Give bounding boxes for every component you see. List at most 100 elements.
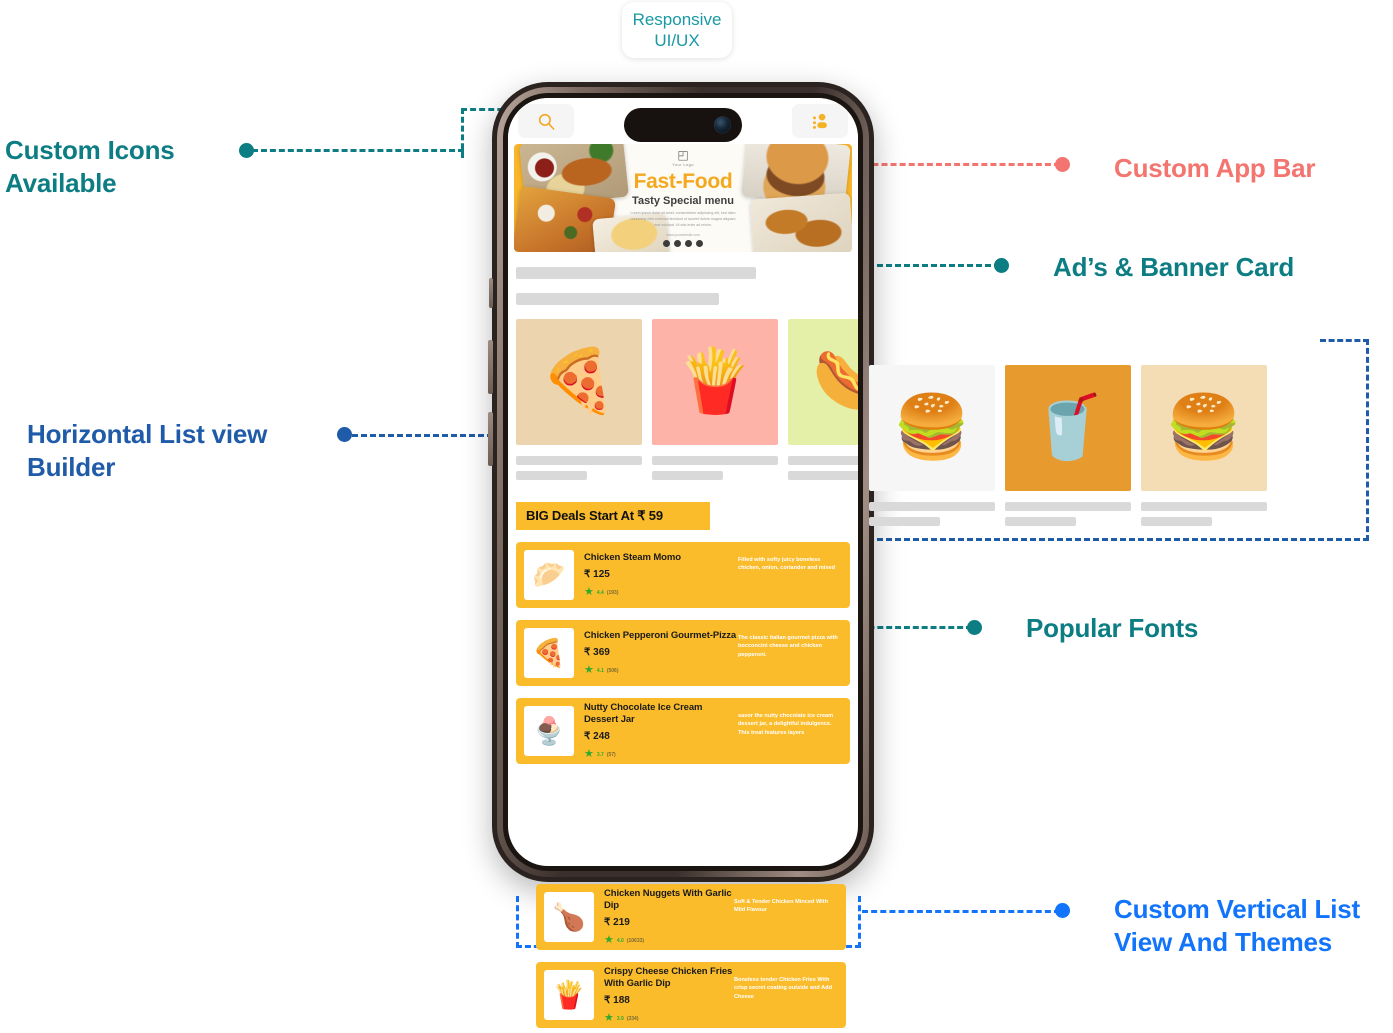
rating-count: (57)	[606, 751, 616, 758]
banner-photo-fried-chicken	[749, 192, 852, 252]
popular-fonts-dot	[967, 620, 982, 635]
big-deals-banner: BIG Deals Start At ₹ 59	[516, 502, 710, 530]
food-thumbnail: 🍕	[524, 628, 574, 678]
rating-value: 4.4	[596, 589, 604, 596]
custom-icons-connector	[252, 149, 464, 152]
star-icon: ★	[604, 1012, 614, 1025]
vertical-list-connector	[862, 910, 1060, 913]
vertical-list-dot	[1055, 903, 1070, 918]
star-icon: ★	[584, 586, 594, 599]
ad-banner-card[interactable]: ◰ Your Logo Fast-Food Tasty Special menu…	[514, 144, 852, 252]
food-rating: ★ 4.4 (193)	[584, 587, 738, 598]
food-rating: ★ 4.0 (10633)	[604, 935, 734, 946]
food-info: Nutty Chocolate Ice Cream Dessert Jar ₹ 2…	[574, 702, 738, 761]
food-title: Chicken Steam Momo	[584, 551, 681, 563]
rating-value: 3.7	[596, 751, 604, 758]
horizontal-list-view[interactable]: 🍕🍟🌭🍔🥤🍔	[508, 319, 858, 480]
food-title: Chicken Pepperoni Gourmet-Pizza	[584, 629, 737, 641]
food-price: ₹ 125	[584, 569, 610, 581]
food-info: Chicken Nuggets With Garlic Dip ₹ 219 ★ 4.0…	[594, 888, 734, 947]
horizontal-card-image: 🌭	[788, 319, 858, 445]
search-button[interactable]	[518, 104, 574, 138]
horizontal-card-hot-dog[interactable]: 🌭	[788, 319, 858, 480]
vertical-list-label: Custom Vertical List View And Themes	[1114, 894, 1360, 958]
silent-switch[interactable]	[489, 278, 493, 308]
ads-banner-label: Ad’s & Banner Card	[1053, 252, 1295, 282]
phone-screen: ◰ Your Logo Fast-Food Tasty Special menu…	[508, 98, 858, 866]
food-description: savor the nutty chocolate ice cream dess…	[738, 713, 834, 736]
food-thumbnail: 🥟	[524, 550, 574, 600]
food-rating: ★ 3.9 (334)	[604, 1013, 734, 1024]
star-icon: ★	[604, 934, 614, 947]
horizontal-card-skeleton-title	[1141, 502, 1267, 511]
horizontal-card-french-fries[interactable]: 🍟	[652, 319, 778, 480]
nutty-chocolate-ice-cream-dessert-jar-icon: 🍨	[532, 715, 566, 746]
horizontal-card-hamburger-overflow[interactable]: 🍔	[869, 365, 995, 526]
food-description: Filled with softy juicy boneless chicken…	[738, 557, 835, 572]
horizontal-list-guide-top-right	[1320, 339, 1369, 342]
rating-count: (193)	[606, 589, 619, 596]
volume-up-button[interactable]	[488, 340, 493, 394]
skeleton-line-2	[516, 293, 719, 305]
food-thumbnail: 🍗	[544, 892, 594, 942]
chicken-steam-momo-icon: 🥟	[532, 559, 566, 590]
horizontal-list-label: Horizontal List view Builder	[27, 419, 268, 483]
food-info: Crispy Cheese Chicken Fries With Garlic …	[594, 966, 734, 1025]
hot-dog-icon: 🌭	[812, 347, 858, 416]
horizontal-card-skeleton-sub	[1141, 517, 1212, 526]
food-description: Soft & Tender Chicken Minced With Mild F…	[734, 899, 829, 914]
food-price: ₹ 219	[604, 917, 630, 929]
popular-fonts-label: Popular Fonts	[1026, 613, 1199, 643]
horizontal-card-burger-combo-overflow[interactable]: 🍔	[1141, 365, 1267, 526]
screenshot-root: Responsive UI/UX Custom Icons Available …	[0, 0, 1393, 1033]
food-card-chicken-pepperoni-gourmet-pizza[interactable]: 🍕 Chicken Pepperoni Gourmet-Pizza ₹ 369 ★ 4.…	[516, 620, 850, 686]
horizontal-card-skeleton-sub	[652, 471, 723, 480]
horizontal-card-skeleton-sub	[788, 471, 858, 480]
whatsapp-icon	[663, 239, 670, 247]
custom-icons-label: Custom Icons Available	[5, 135, 175, 199]
banner-body-text: Lorem ipsum dolor sit amet, consectetuer…	[630, 211, 736, 227]
horizontal-list-overflow: 🍔 🥤 🍔	[869, 365, 1267, 526]
custom-app-bar-dot	[1055, 157, 1070, 172]
banner-subtitle: Tasty Special menu	[632, 195, 734, 208]
horizontal-card-image: 🍟	[652, 319, 778, 445]
cola-drink-icon: 🥤	[1029, 393, 1107, 462]
food-card-chicken-steam-momo[interactable]: 🥟 Chicken Steam Momo ₹ 125 ★ 4.4 (193) Filled …	[516, 542, 850, 608]
horizontal-card-image: 🍔	[1141, 365, 1267, 491]
chicken-nuggets-with-garlic-dip-icon: 🍗	[552, 901, 586, 932]
food-price: ₹ 248	[584, 731, 610, 743]
dynamic-island	[624, 108, 742, 142]
food-card-nutty-chocolate-ice-cream-dessert-jar[interactable]: 🍨 Nutty Chocolate Ice Cream Dessert Jar ₹ …	[516, 698, 850, 764]
custom-icons-dot	[239, 143, 254, 158]
star-icon: ★	[584, 664, 594, 677]
horizontal-card-skeleton-title	[1005, 502, 1131, 511]
user-account-icon	[812, 113, 827, 129]
food-title: Nutty Chocolate Ice Cream Dessert Jar	[584, 701, 703, 725]
skeleton-line-1	[516, 267, 756, 279]
horizontal-card-skeleton-title	[788, 456, 858, 465]
food-card-chicken-nuggets-with-garlic-dip[interactable]: 🍗 Chicken Nuggets With Garlic Dip ₹ 219 ★ 4.…	[536, 884, 846, 950]
food-description: Boneless tender Chicken Fries With crisp…	[734, 977, 833, 1000]
hamburger-icon: 🍔	[893, 393, 971, 462]
rating-count: (10633)	[626, 937, 645, 944]
horizontal-card-cola-drink-overflow[interactable]: 🥤	[1005, 365, 1131, 526]
horizontal-card-skeleton-title	[652, 456, 778, 465]
food-title: Crispy Cheese Chicken Fries With Garlic …	[604, 965, 733, 989]
banner-content: ◰ Your Logo Fast-Food Tasty Special menu…	[612, 144, 754, 252]
custom-app-bar-label: Custom App Bar	[1114, 153, 1316, 183]
volume-down-button[interactable]	[488, 412, 493, 466]
phone-device: ◰ Your Logo Fast-Food Tasty Special menu…	[488, 82, 878, 882]
banner-website: www.yourwebsite.com	[666, 232, 700, 237]
star-icon: ★	[584, 748, 594, 761]
front-camera-icon	[714, 116, 731, 134]
vertical-list-view[interactable]: 🥟 Chicken Steam Momo ₹ 125 ★ 4.4 (193) Filled …	[508, 542, 858, 764]
horizontal-card-pizza[interactable]: 🍕	[516, 319, 642, 480]
food-card-crispy-cheese-chicken-fries-with-garlic-dip[interactable]: 🍟 Crispy Cheese Chicken Fries With Garlic…	[536, 962, 846, 1028]
horizontal-card-skeleton-sub	[1005, 517, 1076, 526]
rating-value: 4.0	[616, 937, 624, 944]
banner-logo-icon: ◰	[677, 148, 689, 163]
burger-combo-icon: 🍔	[1165, 393, 1243, 462]
profile-button[interactable]	[792, 104, 848, 138]
food-info: Chicken Pepperoni Gourmet-Pizza ₹ 369 ★ 4.1…	[574, 630, 738, 677]
search-icon	[538, 113, 554, 130]
